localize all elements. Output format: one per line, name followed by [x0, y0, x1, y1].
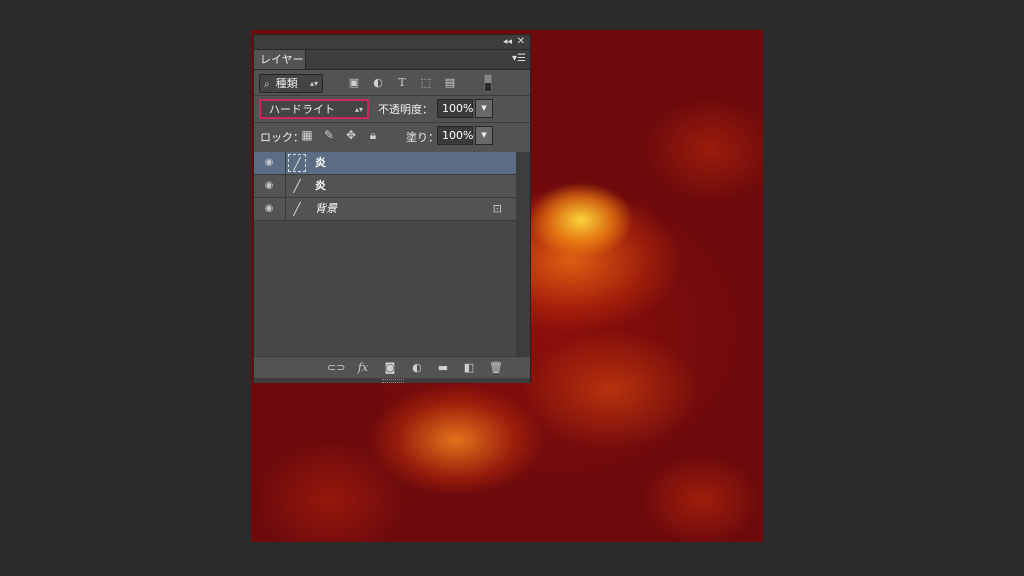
panel-tab-row: レイヤー ▾☰ [254, 50, 530, 70]
lock-all-icon[interactable]: 🔒︎ [366, 128, 380, 142]
opacity-dropdown-button[interactable]: ▼ [475, 99, 493, 118]
opacity-input[interactable]: 100% [437, 99, 473, 118]
search-icon: ⌕ [264, 79, 270, 90]
blend-mode-value: ハードライト [269, 103, 335, 116]
adjustment-filter-icon[interactable]: ◐ [371, 76, 385, 90]
layer-name[interactable]: 炎 [315, 152, 326, 174]
fill-dropdown-button[interactable]: ▼ [475, 126, 493, 145]
scrollbar[interactable] [516, 152, 530, 356]
layer-name[interactable]: 炎 [315, 175, 326, 197]
fill-label: 塗り： [406, 131, 439, 144]
close-icon[interactable]: ✕ [517, 35, 525, 49]
kind-filter-select[interactable]: ⌕ 種類 ▴▾ [259, 74, 323, 93]
image-filter-icon[interactable]: ▣ [347, 76, 361, 90]
layer-row[interactable]: ◉ ╱ 炎 [254, 175, 516, 198]
select-arrows-icon: ▴▾ [354, 105, 363, 114]
filter-row: ⌕ 種類 ▴▾ ▣ ◐ T ⬚ ▤ [254, 69, 530, 95]
layer-row[interactable]: ◉ ╱ 背景 ⊡ [254, 198, 516, 221]
fx-icon[interactable]: fx [355, 360, 371, 376]
lock-image-pixels-icon[interactable]: ✎ [322, 128, 336, 142]
divider [285, 175, 286, 197]
lock-label: ロック： [260, 131, 304, 144]
blend-row: ハードライト ▴▾ 不透明度： 100% ▼ [254, 95, 530, 121]
select-arrows-icon: ▴▾ [309, 79, 318, 88]
layer-row[interactable]: ◉ ╱ 炎 [254, 152, 516, 175]
fill-input[interactable]: 100% [437, 126, 473, 145]
layers-list: ◉ ╱ 炎 ◉ ╱ 炎 ◉ ╱ 背景 ⊡ [254, 152, 516, 356]
blend-mode-select[interactable]: ハードライト ▴▾ [259, 99, 369, 119]
resize-grip[interactable] [254, 378, 530, 383]
divider [285, 152, 286, 174]
brush-icon: ╱ [288, 154, 306, 172]
eye-icon[interactable]: ◉ [261, 179, 277, 193]
eye-icon[interactable]: ◉ [261, 156, 277, 170]
adjustment-layer-icon[interactable]: ◐ [409, 360, 425, 376]
new-layer-icon[interactable]: ◧ [461, 360, 477, 376]
divider [254, 122, 530, 123]
brush-icon: ╱ [293, 179, 301, 193]
layer-name[interactable]: 背景 [315, 198, 337, 220]
brush-icon: ╱ [293, 202, 301, 216]
lock-position-icon[interactable]: ✥ [344, 128, 358, 142]
lock-transparent-pixels-icon[interactable]: ▦ [300, 128, 314, 142]
smart-object-filter-icon[interactable]: ▤ [443, 76, 457, 90]
double-chevron-left-icon[interactable]: ◂◂ [503, 35, 512, 49]
link-layers-icon[interactable]: ⊂⊃ [327, 360, 345, 376]
layers-panel: ◂◂ ✕ レイヤー ▾☰ ⌕ 種類 ▴▾ ▣ ◐ T ⬚ ▤ ハードライト ▴▾ … [253, 34, 531, 383]
eye-icon[interactable]: ◉ [261, 202, 277, 216]
kind-filter-label: 種類 [275, 77, 298, 90]
type-filter-icon[interactable]: T [395, 76, 409, 90]
layers-toolbar: ⊂⊃ fx ◙ ◐ ▬ ◧ 🗑︎ [254, 356, 530, 379]
shape-filter-icon[interactable]: ⬚ [419, 76, 433, 90]
panel-menu-icon[interactable]: ▾☰ [512, 53, 526, 64]
layer-mask-icon[interactable]: ◙ [382, 360, 398, 376]
tab-layers[interactable]: レイヤー [254, 50, 306, 69]
divider [285, 198, 286, 220]
group-folder-icon[interactable]: ▬ [435, 360, 451, 376]
opacity-label: 不透明度： [378, 103, 433, 116]
trash-icon[interactable]: 🗑︎ [488, 360, 504, 376]
panel-title-bar: ◂◂ ✕ [254, 35, 530, 50]
lock-icon: ⊡ [492, 202, 502, 215]
filter-toggle[interactable] [484, 74, 492, 92]
